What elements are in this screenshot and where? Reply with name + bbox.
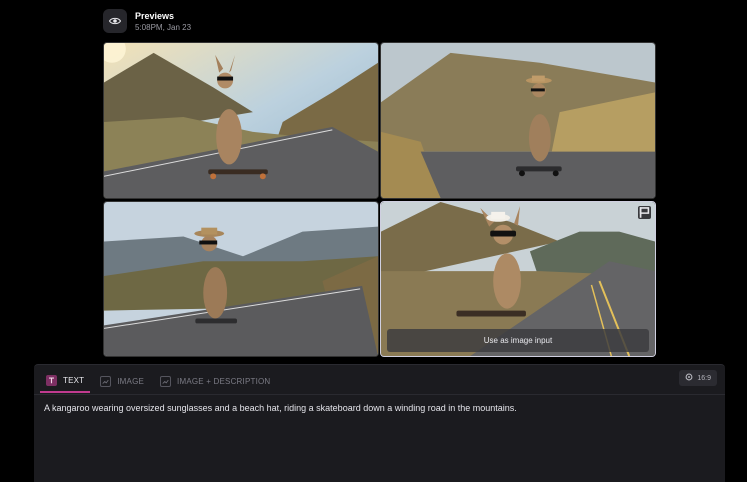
tab-image-label: IMAGE [117,376,145,386]
page-title: Previews [135,10,175,21]
eye-icon[interactable] [103,9,127,33]
preview-image-1[interactable] [103,42,379,199]
prompt-panel: TEXT IMAGE IMAGE + DESCRIPTION 16:9 A ka… [34,364,725,482]
divider [34,394,725,395]
tab-text[interactable]: TEXT [40,369,91,393]
prompt-text[interactable]: A kangaroo wearing oversized sunglasses … [44,402,713,415]
gear-icon [685,373,693,383]
tab-text-label: TEXT [63,375,85,385]
aspect-ratio-value: 16:9 [697,374,711,382]
aspect-ratio-button[interactable]: 16:9 [679,370,717,386]
preview-image-2[interactable] [380,42,656,199]
preview-grid: Use as image input [103,42,656,357]
tab-image[interactable]: IMAGE [94,369,150,393]
timestamp: 5:08PM, Jan 23 [135,22,192,32]
input-mode-tabs: TEXT IMAGE IMAGE + DESCRIPTION [40,369,280,393]
image-icon [100,375,112,387]
use-as-image-input-button[interactable]: Use as image input [387,329,649,352]
image-description-icon [160,375,172,387]
preview-image-4[interactable]: Use as image input [380,201,656,357]
tab-image-description[interactable]: IMAGE + DESCRIPTION [154,369,276,393]
flag-icon[interactable] [638,206,651,219]
text-icon [46,374,57,386]
tab-image-description-label: IMAGE + DESCRIPTION [177,376,271,386]
preview-image-3[interactable] [103,201,379,357]
previews-header: Previews 5:08PM, Jan 23 [103,8,191,34]
